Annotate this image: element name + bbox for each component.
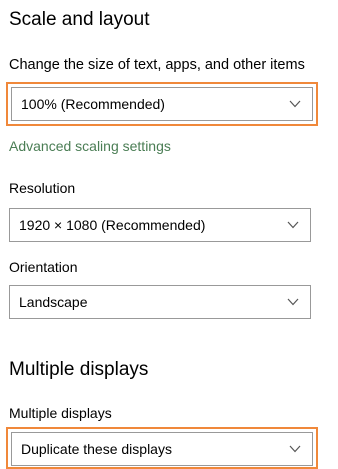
multiple-displays-heading: Multiple displays (9, 359, 149, 380)
orientation-label: Orientation (9, 259, 78, 275)
size-dropdown-highlight: 100% (Recommended) (6, 82, 318, 126)
scale-and-layout-heading: Scale and layout (9, 9, 150, 30)
orientation-dropdown[interactable]: Landscape (9, 285, 311, 319)
advanced-scaling-link[interactable]: Advanced scaling settings (9, 138, 171, 154)
size-dropdown[interactable]: 100% (Recommended) (11, 87, 313, 121)
resolution-label: Resolution (9, 180, 76, 196)
chevron-down-icon (287, 221, 299, 229)
size-label: Change the size of text, apps, and other… (9, 57, 305, 73)
chevron-down-icon (289, 100, 301, 108)
orientation-dropdown-value: Landscape (19, 294, 88, 310)
resolution-dropdown[interactable]: 1920 × 1080 (Recommended) (9, 208, 311, 242)
multiple-displays-dropdown[interactable]: Duplicate these displays (11, 432, 313, 466)
multiple-displays-dropdown-value: Duplicate these displays (21, 441, 172, 457)
display-settings-panel: Scale and layout Change the size of text… (0, 0, 338, 469)
size-dropdown-value: 100% (Recommended) (21, 96, 165, 112)
resolution-dropdown-value: 1920 × 1080 (Recommended) (19, 217, 206, 233)
chevron-down-icon (289, 445, 301, 453)
multiple-displays-label: Multiple displays (9, 405, 112, 421)
multiple-displays-dropdown-highlight: Duplicate these displays (6, 427, 318, 469)
chevron-down-icon (287, 298, 299, 306)
